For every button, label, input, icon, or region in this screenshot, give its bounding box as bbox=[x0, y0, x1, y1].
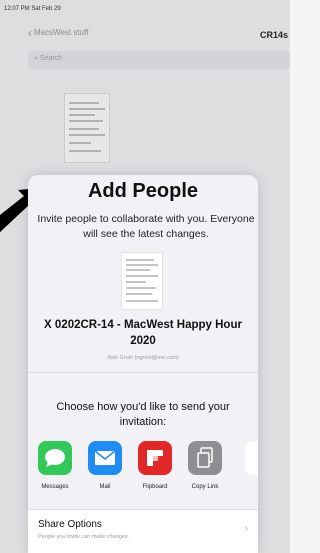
share-app-row: Messages Mail Flipboard Copy Link bbox=[28, 441, 258, 501]
document-preview bbox=[121, 252, 163, 310]
document-owner: Nick Gruin (ngruin@me.com) bbox=[107, 355, 179, 361]
chevron-right-icon: › bbox=[244, 523, 248, 534]
sheet-title: Add People bbox=[87, 180, 198, 202]
app-messages[interactable]: Messages bbox=[32, 441, 78, 490]
mail-icon bbox=[88, 441, 122, 475]
document-title: X 0202CR-14 - MacWest Happy Hour 2020 bbox=[44, 319, 242, 347]
app-copy-link[interactable]: Copy Link bbox=[182, 441, 228, 490]
sheet-description: Invite people to collaborate with you. E… bbox=[37, 213, 255, 240]
more-apps-icon bbox=[245, 441, 258, 475]
divider bbox=[28, 372, 258, 373]
app-label: Flipboard bbox=[142, 484, 168, 490]
app-flipboard[interactable]: Flipboard bbox=[132, 441, 178, 490]
copy-link-icon bbox=[188, 441, 222, 475]
app-label: Mail bbox=[99, 484, 111, 490]
share-options-row[interactable]: Share Options People you invite can make… bbox=[28, 509, 258, 553]
flipboard-icon bbox=[138, 441, 172, 475]
app-more[interactable] bbox=[242, 441, 258, 475]
share-options-title: Share Options bbox=[38, 519, 102, 530]
messages-icon bbox=[38, 441, 72, 475]
add-people-sheet: Add People Invite people to collaborate … bbox=[28, 175, 258, 553]
choose-method-text: Choose how you'd like to send your invit… bbox=[56, 401, 230, 428]
app-label: Messages bbox=[41, 484, 69, 490]
app-mail[interactable]: Mail bbox=[82, 441, 128, 490]
app-label: Copy Link bbox=[191, 484, 219, 490]
share-options-subtitle: People you invite can make changes. bbox=[38, 534, 130, 540]
